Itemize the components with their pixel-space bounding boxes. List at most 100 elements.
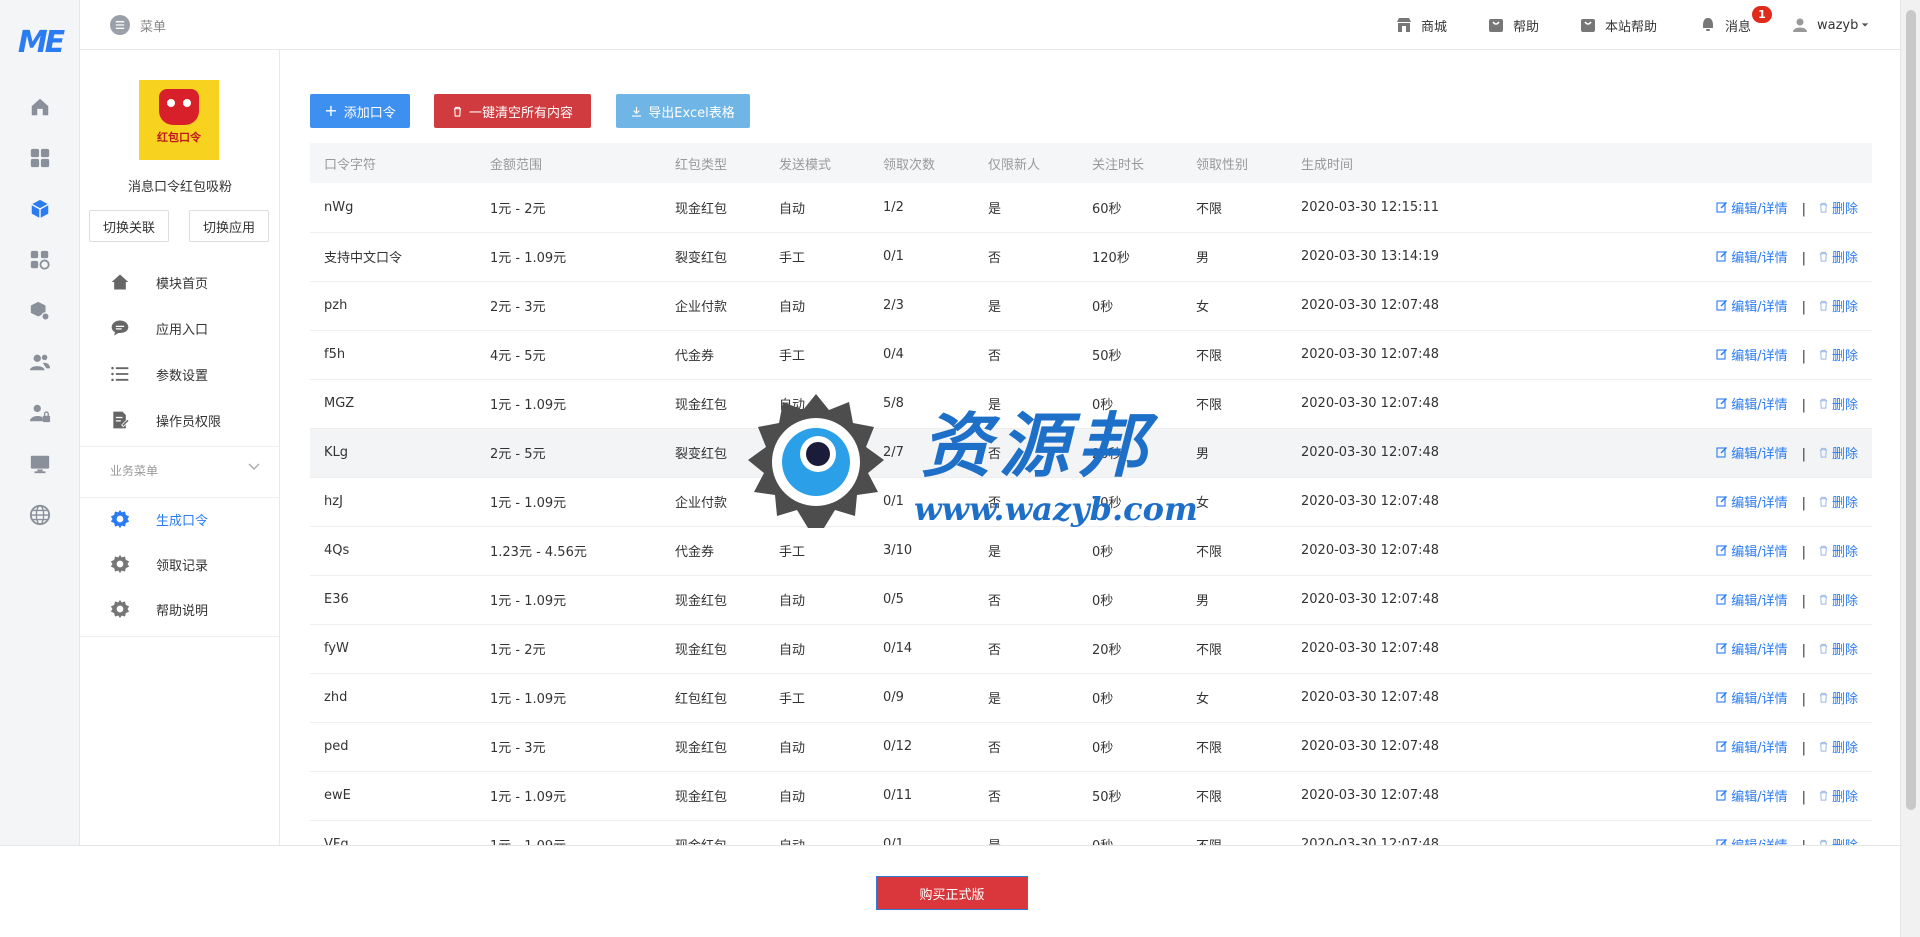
delete-link[interactable]: 删除 <box>1818 541 1858 560</box>
scrollbar-thumb[interactable] <box>1906 10 1916 810</box>
table-cell: 自动 <box>765 183 869 233</box>
edit-details-link[interactable]: 编辑/详情 <box>1716 345 1788 364</box>
action-separator: | <box>1801 496 1806 512</box>
row-actions: 编辑/详情 | 删除 <box>1537 722 1872 772</box>
table-cell: 2/3 <box>869 281 974 331</box>
delete-link[interactable]: 删除 <box>1818 198 1858 217</box>
buy-full-version-button[interactable]: 购买正式版 <box>876 876 1028 910</box>
table-cell: 不限 <box>1182 379 1287 429</box>
delete-link[interactable]: 删除 <box>1818 394 1858 413</box>
table-cell: ped <box>310 722 476 772</box>
business-menu-group[interactable]: 业务菜单 <box>110 462 270 479</box>
table-cell: 现金红包 <box>661 722 765 772</box>
nav-store[interactable]: 商城 <box>1396 0 1447 50</box>
delete-link[interactable]: 删除 <box>1818 443 1858 462</box>
grid-icon[interactable] <box>25 143 55 173</box>
table-cell: 女 <box>1182 281 1287 331</box>
action-separator: | <box>1801 545 1806 561</box>
edit-details-link[interactable]: 编辑/详情 <box>1716 296 1788 315</box>
switch-app-button[interactable]: 切换应用 <box>189 210 269 242</box>
table-cell: 企业付款 <box>661 477 765 527</box>
table-cell: 2020-03-30 12:07:48 <box>1287 477 1537 527</box>
table-cell: 1元 - 1.09元 <box>476 673 661 723</box>
add-code-button[interactable]: + 添加口令 <box>310 94 410 128</box>
nav-help[interactable]: 帮助 <box>1488 0 1539 50</box>
table-cell: 2020-03-30 12:07:48 <box>1287 428 1537 478</box>
globe-icon[interactable] <box>25 500 55 530</box>
delete-link[interactable]: 删除 <box>1818 492 1858 511</box>
table-cell: 0秒 <box>1078 575 1182 625</box>
table-cell: f5h <box>310 330 476 380</box>
sidebar-item-claim-records[interactable]: 领取记录 <box>80 542 280 586</box>
table-cell: 是 <box>974 379 1078 429</box>
col-header: 仅限新人 <box>974 143 1078 183</box>
edit-details-link[interactable]: 编辑/详情 <box>1716 590 1788 609</box>
table-cell: 男 <box>1182 428 1287 478</box>
sidebar-item-app-entry[interactable]: 应用入口 <box>80 306 280 350</box>
page-scrollbar[interactable] <box>1900 0 1920 937</box>
edit-details-link[interactable]: 编辑/详情 <box>1716 688 1788 707</box>
edit-details-link[interactable]: 编辑/详情 <box>1716 541 1788 560</box>
brand-logo[interactable]: ME <box>14 22 66 62</box>
table-cell: 0秒 <box>1078 673 1182 723</box>
users-icon[interactable] <box>25 347 55 377</box>
menu-icon <box>110 15 130 35</box>
col-header <box>1537 143 1872 183</box>
delete-link[interactable]: 删除 <box>1818 247 1858 266</box>
export-excel-button[interactable]: 导出Excel表格 <box>616 94 750 128</box>
sidebar-item-settings[interactable]: 参数设置 <box>80 352 280 396</box>
col-header: 口令字符 <box>310 143 476 183</box>
edit-details-link[interactable]: 编辑/详情 <box>1716 394 1788 413</box>
table-cell: 否 <box>974 722 1078 772</box>
user-lock-icon[interactable] <box>25 398 55 428</box>
edit-icon <box>1716 251 1728 262</box>
delete-link[interactable]: 删除 <box>1818 737 1858 756</box>
action-separator: | <box>1801 790 1806 806</box>
delete-link[interactable]: 删除 <box>1818 590 1858 609</box>
table-cell: zhd <box>310 673 476 723</box>
delete-link[interactable]: 删除 <box>1818 639 1858 658</box>
action-separator: | <box>1801 202 1806 217</box>
table-cell: 0秒 <box>1078 379 1182 429</box>
trash-icon <box>1819 399 1828 409</box>
table-cell: 现金红包 <box>661 575 765 625</box>
edit-details-link[interactable]: 编辑/详情 <box>1716 737 1788 756</box>
home-icon[interactable] <box>25 92 55 122</box>
edit-details-link[interactable]: 编辑/详情 <box>1716 247 1788 266</box>
edit-details-link[interactable]: 编辑/详情 <box>1716 639 1788 658</box>
nav-site-help[interactable]: 本站帮助 <box>1580 0 1657 50</box>
edit-details-link[interactable]: 编辑/详情 <box>1716 198 1788 217</box>
table-cell: 不限 <box>1182 722 1287 772</box>
action-separator: | <box>1801 447 1806 463</box>
download-icon <box>632 106 642 117</box>
menu-toggle[interactable]: 菜单 <box>110 15 166 35</box>
monitor-icon[interactable] <box>25 449 55 479</box>
sidebar-item-module-home[interactable]: 模块首页 <box>80 260 280 304</box>
trash-icon <box>1819 595 1828 605</box>
table-cell: 1元 - 3元 <box>476 722 661 772</box>
edit-icon <box>1716 790 1728 801</box>
delete-link[interactable]: 删除 <box>1818 345 1858 364</box>
sidebar-item-generate-code[interactable]: 生成口令 <box>80 497 280 541</box>
table-cell: 0/12 <box>869 722 974 772</box>
table-cell: 2020-03-30 12:07:48 <box>1287 575 1537 625</box>
sidebar-item-help-docs[interactable]: 帮助说明 <box>80 587 280 631</box>
edit-details-link[interactable]: 编辑/详情 <box>1716 786 1788 805</box>
nav-messages[interactable]: 消息 1 <box>1700 0 1772 50</box>
delete-link[interactable]: 删除 <box>1818 296 1858 315</box>
cube-icon[interactable] <box>25 194 55 224</box>
delete-link[interactable]: 删除 <box>1818 688 1858 707</box>
table-cell: 0/1 <box>869 232 974 282</box>
table-cell: 2020-03-30 12:07:48 <box>1287 624 1537 674</box>
edit-details-link[interactable]: 编辑/详情 <box>1716 443 1788 462</box>
row-actions: 编辑/详情 | 删除 <box>1537 183 1872 233</box>
clear-all-button[interactable]: 一键清空所有内容 <box>434 94 591 128</box>
box-settings-icon[interactable] <box>25 296 55 326</box>
switch-link-button[interactable]: 切换关联 <box>89 210 169 242</box>
apps-icon[interactable] <box>25 245 55 275</box>
user-menu[interactable]: wazyb <box>1792 0 1869 50</box>
delete-link[interactable]: 删除 <box>1818 786 1858 805</box>
sidebar-item-operator-permissions[interactable]: 操作员权限 <box>80 398 280 442</box>
toolbar: + 添加口令 一键清空所有内容 导出Excel表格 <box>310 94 1872 128</box>
edit-details-link[interactable]: 编辑/详情 <box>1716 492 1788 511</box>
